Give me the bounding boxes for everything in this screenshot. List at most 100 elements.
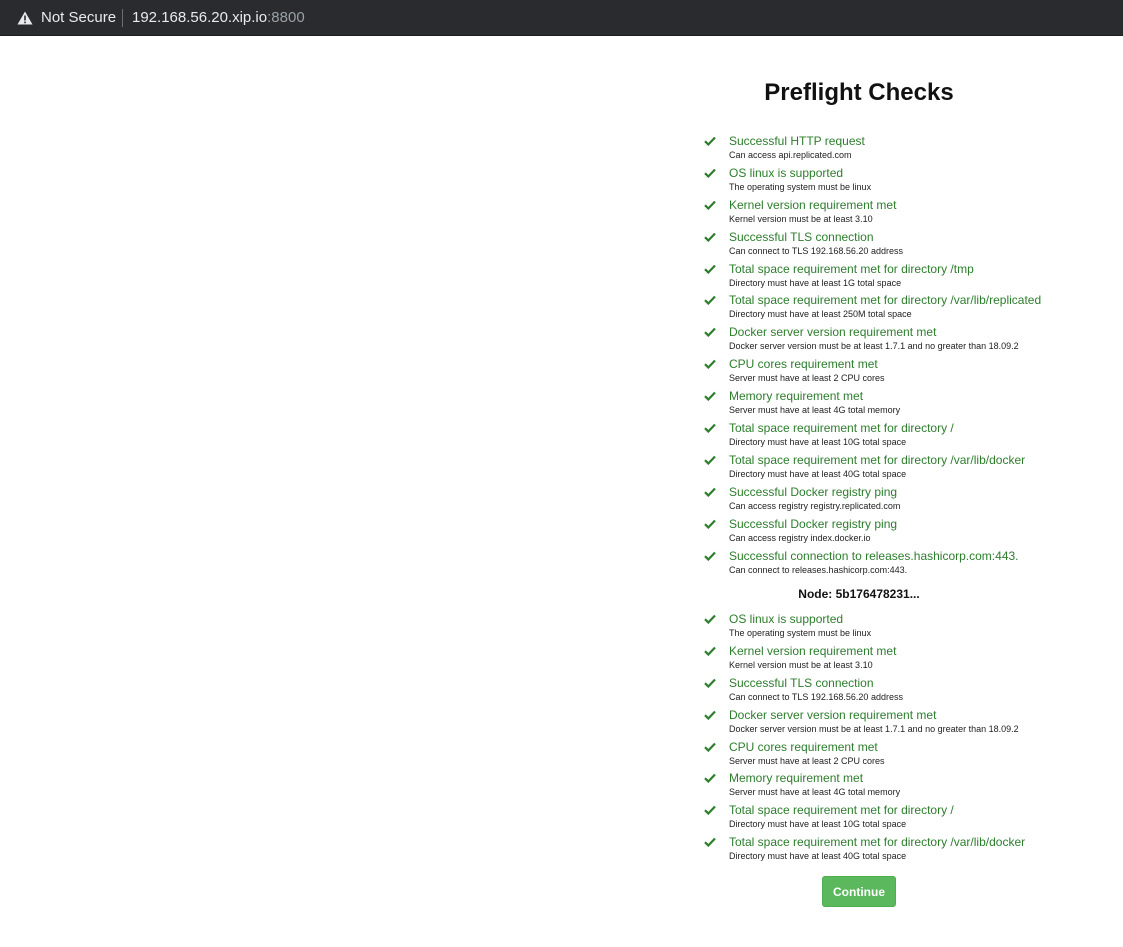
preflight-check-list: Successful HTTP request Can access api.re… (700, 133, 1120, 579)
check-item: Successful TLS connection Can connect to … (700, 229, 1120, 261)
check-title: Successful TLS connection (729, 675, 874, 690)
url-text[interactable]: 192.168.56.20.xip.io:8800 (132, 10, 305, 26)
check-description: Directory must have at least 40G total s… (729, 468, 907, 479)
checkmark-icon (704, 678, 716, 688)
check-description: Can connect to releases.hashicorp.com:44… (729, 564, 908, 575)
check-item: Total space requirement met for director… (700, 261, 1120, 293)
check-description: Docker server version must be at least 1… (729, 723, 1019, 734)
check-title: OS linux is supported (729, 612, 844, 626)
checkmark-icon (704, 168, 716, 178)
check-description: Can access api.replicated.com (729, 150, 852, 160)
checkmark-icon (704, 328, 716, 338)
node-label: Node: 5b176478231... (798, 587, 920, 601)
checkmark-icon (704, 200, 716, 210)
url-port: :8800 (267, 9, 305, 26)
check-title: OS linux is supported (729, 165, 844, 180)
browser-address-bar[interactable]: Not Secure 192.168.56.20.xip.io:8800 (0, 0, 1123, 36)
node-check-list: OS linux is supported The operating syste… (700, 611, 1120, 866)
check-item: Total space requirement met for director… (700, 292, 1120, 324)
check-title: Successful Docker registry ping (729, 484, 898, 499)
checkmark-icon (704, 646, 716, 656)
check-item: Memory requirement met Server must have a… (700, 770, 1120, 802)
check-item: Successful TLS connection Can connect to … (700, 675, 1120, 707)
checkmark-icon (704, 487, 716, 497)
check-description: Can connect to TLS 192.168.56.20 address (729, 245, 903, 256)
checkmark-icon (704, 710, 716, 720)
checkmark-icon (704, 519, 716, 529)
check-description: Directory must have at least 1G total sp… (729, 277, 902, 288)
check-title: Docker server version requirement met (729, 707, 937, 722)
checkmark-icon (704, 774, 716, 784)
check-item: OS linux is supported The operating syste… (700, 611, 1120, 643)
check-title: CPU cores requirement met (729, 357, 878, 372)
checkmark-icon (704, 837, 716, 848)
check-description: Directory must have at least 10G total s… (729, 819, 907, 830)
check-item: Memory requirement met Server must have a… (700, 388, 1120, 420)
check-item: OS linux is supported The operating syste… (700, 165, 1120, 197)
checkmark-icon (704, 232, 716, 242)
checkmark-icon (704, 136, 716, 146)
check-title: Memory requirement met (729, 389, 864, 404)
check-title: Total space requirement met for director… (729, 452, 1026, 467)
checkmark-icon (704, 551, 716, 561)
check-item: Kernel version requirement met Kernel ver… (700, 643, 1120, 675)
check-description: Kernel version must be at least 3.10 (729, 213, 873, 224)
checkmark-icon (704, 296, 716, 306)
check-item: Kernel version requirement met Kernel ver… (700, 197, 1120, 229)
check-description: The operating system must be linux (729, 628, 872, 638)
check-description: Directory must have at least 10G total s… (729, 437, 907, 448)
check-title: Total space requirement met for director… (729, 261, 974, 276)
check-description: Server must have at least 4G total memor… (729, 787, 901, 798)
check-item: Successful connection to releases.hashic… (700, 548, 1120, 580)
check-description: Server must have at least 2 CPU cores (729, 373, 885, 384)
checkmark-icon (704, 359, 716, 370)
check-title: Docker server version requirement met (729, 325, 937, 340)
check-item: Total space requirement met for director… (700, 802, 1120, 834)
check-description: Server must have at least 4G total memor… (729, 405, 901, 416)
warning-icon[interactable] (17, 11, 33, 25)
check-title: Successful TLS connection (729, 229, 874, 244)
check-description: Can access registry registry.replicated.… (729, 500, 901, 511)
check-item: Docker server version requirement met Doc… (700, 324, 1120, 356)
check-description: Can connect to TLS 192.168.56.20 address (729, 691, 903, 702)
check-title: Successful Docker registry ping (729, 516, 898, 531)
check-title: Successful connection to releases.hashic… (729, 548, 1019, 563)
check-description: Directory must have at least 40G total s… (729, 851, 907, 862)
checkmark-icon (704, 806, 716, 816)
continue-button[interactable]: Continue (822, 876, 896, 907)
check-title: Total space requirement met for director… (729, 421, 954, 436)
check-item: Successful HTTP request Can access api.re… (700, 133, 1120, 165)
check-title: Kernel version requirement met (729, 197, 897, 212)
check-item: Total space requirement met for director… (700, 452, 1120, 484)
check-item: CPU cores requirement met Server must hav… (700, 356, 1120, 388)
check-description: Server must have at least 2 CPU cores (729, 755, 885, 766)
checkmark-icon (704, 391, 716, 402)
check-item: Total space requirement met for director… (700, 420, 1120, 452)
check-item: Total space requirement met for director… (700, 834, 1120, 866)
checkmark-icon (704, 455, 716, 465)
check-item: CPU cores requirement met Server must hav… (700, 739, 1120, 771)
check-description: Kernel version must be at least 3.10 (729, 659, 873, 670)
check-title: Total space requirement met for director… (729, 293, 1042, 308)
check-item: Docker server version requirement met Doc… (700, 707, 1120, 739)
check-description: Can access registry index.docker.io (729, 532, 871, 543)
check-description: Directory must have at least 250M total … (729, 309, 912, 320)
checkmark-icon (704, 264, 716, 274)
check-title: Kernel version requirement met (729, 643, 897, 658)
checkmark-icon (704, 742, 716, 752)
url-host: 192.168.56.20.xip.io (132, 9, 268, 26)
preflight-panel: Preflight Checks Successful HTTP request… (560, 36, 1123, 947)
check-title: CPU cores requirement met (729, 739, 878, 754)
check-title: Total space requirement met for director… (729, 803, 954, 818)
check-item: Successful Docker registry ping Can acces… (700, 516, 1120, 548)
checkmark-icon (704, 423, 716, 434)
checkmark-icon (704, 614, 716, 624)
security-status-label[interactable]: Not Secure (41, 10, 116, 26)
check-title: Total space requirement met for director… (729, 835, 1026, 850)
check-description: The operating system must be linux (729, 181, 872, 192)
check-title: Memory requirement met (729, 771, 864, 786)
check-item: Successful Docker registry ping Can acces… (700, 484, 1120, 516)
page-title: Preflight Checks (764, 79, 954, 106)
address-divider (122, 9, 123, 27)
check-title: Successful HTTP request (729, 134, 865, 148)
